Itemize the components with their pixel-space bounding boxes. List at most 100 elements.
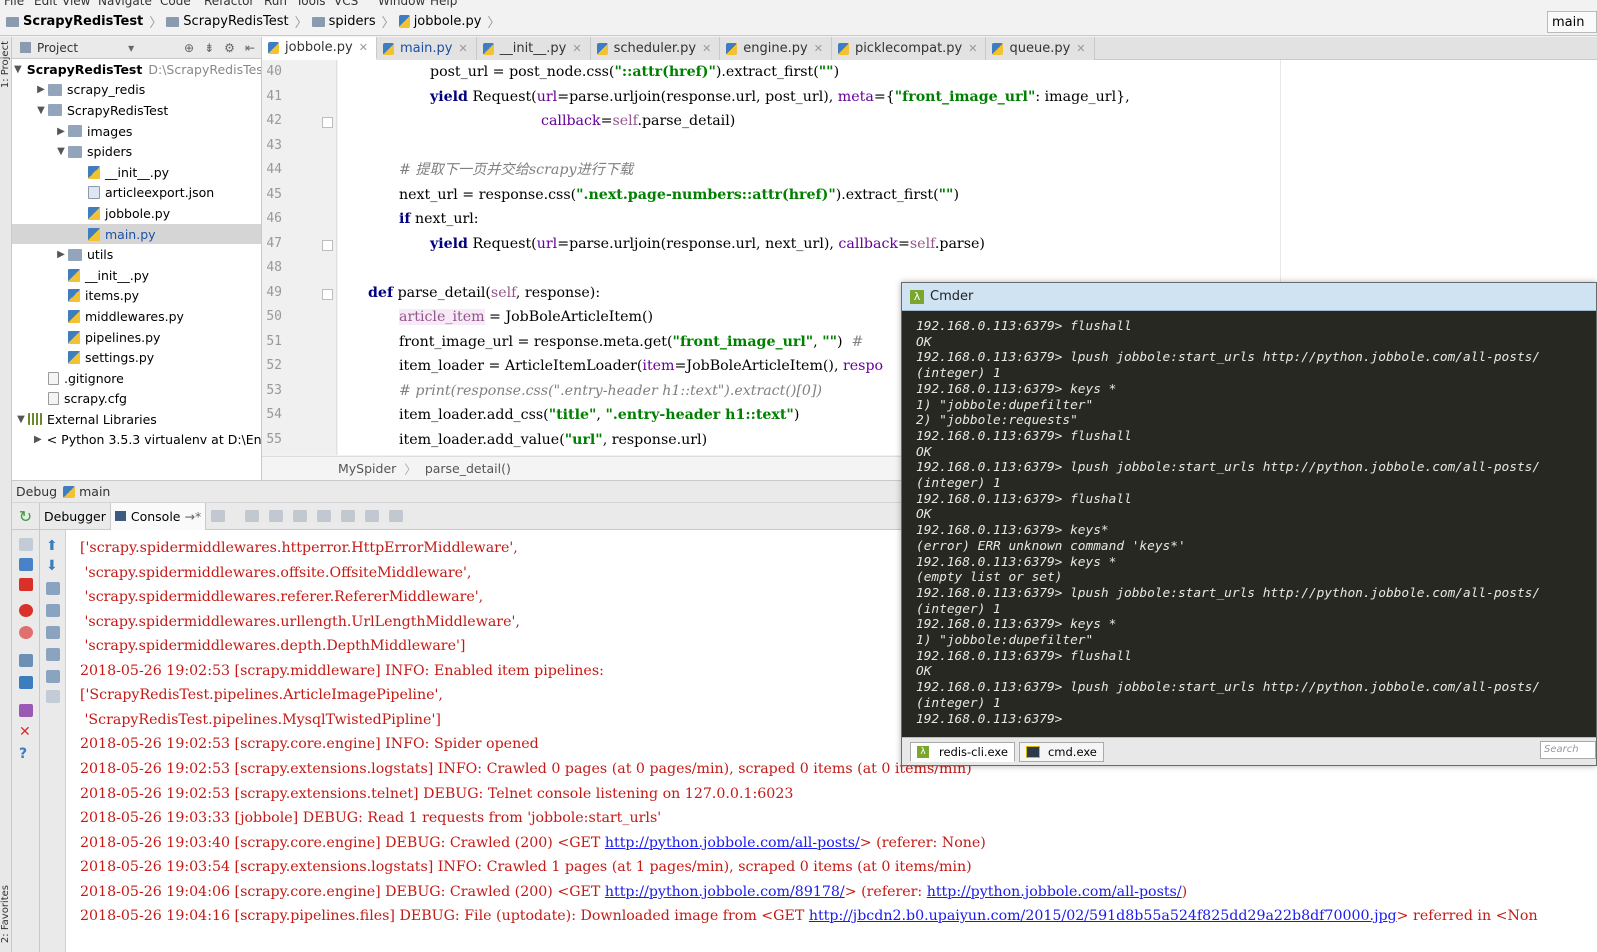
editor-tab[interactable]: scheduler.py ✕ [590, 37, 721, 60]
editor-tab[interactable]: main.py ✕ [376, 37, 477, 60]
gear-icon[interactable]: ⚙ [224, 41, 235, 55]
terminal-output[interactable]: 192.168.0.113:6379> flushall OK 192.168.0.… [902, 311, 1596, 737]
chevron-right-icon[interactable]: ▶ [54, 126, 68, 137]
search-input[interactable]: Search [1540, 741, 1596, 759]
tree-node[interactable]: articleexport.json [12, 183, 261, 204]
step-out-icon[interactable] [341, 510, 356, 522]
evaluate-expression-icon[interactable] [389, 510, 404, 522]
run-config-selector[interactable]: main [1547, 11, 1597, 33]
menu-item-code[interactable]: Code [160, 0, 191, 8]
menu-item-navigate[interactable]: Navigate [98, 0, 152, 8]
tree-node[interactable]: ▼ External Libraries [12, 409, 261, 430]
settings-icon[interactable] [19, 676, 33, 689]
tree-node[interactable]: ▶ images [12, 121, 261, 142]
console-link[interactable]: http://python.jobbole.com/all-posts/ [927, 884, 1182, 900]
tree-node[interactable]: ▼ ScrapyRedisTest D:\ScrapyRedisTest [12, 59, 261, 80]
menu-item-vcs[interactable]: VCS [334, 0, 358, 8]
chevron-down-icon[interactable]: ▾ [128, 41, 134, 55]
tree-node[interactable]: ▶ utils [12, 244, 261, 265]
project-panel-title[interactable]: Project [37, 41, 78, 55]
step-into-icon[interactable] [269, 510, 284, 522]
close-icon[interactable]: ✕ [359, 41, 368, 54]
tree-node[interactable]: middlewares.py [12, 306, 261, 327]
editor-tab[interactable]: jobbole.py ✕ [262, 37, 377, 60]
hide-panel-icon[interactable]: ⇤ [245, 41, 255, 55]
chevron-right-icon[interactable]: ▶ [54, 249, 68, 260]
tree-node[interactable]: items.py [12, 286, 261, 307]
console-link[interactable]: http://python.jobbole.com/all-posts/ [605, 835, 860, 851]
cmder-window[interactable]: λ Cmder 192.168.0.113:6379> flushall OK 19… [901, 282, 1597, 766]
tree-node[interactable]: pipelines.py [12, 327, 261, 348]
breadcrumb-package[interactable]: ScrapyRedisTest [162, 11, 294, 33]
print-icon[interactable] [46, 626, 60, 639]
tab-redis-cli[interactable]: λ redis-cli.exe [910, 741, 1015, 762]
close-icon[interactable]: ✕ [702, 42, 711, 55]
chevron-down-icon[interactable]: ▼ [34, 105, 48, 116]
cmder-title-bar[interactable]: λ Cmder [902, 283, 1596, 311]
close-icon[interactable]: ✕ [814, 42, 823, 55]
tab-cmd[interactable]: cmd.exe [1018, 741, 1104, 762]
close-icon[interactable]: ✕ [19, 725, 33, 739]
close-icon[interactable]: ✕ [459, 42, 468, 55]
tree-node[interactable]: main.py [12, 223, 261, 245]
pin-tab-icon[interactable] [19, 704, 33, 717]
chevron-right-icon[interactable]: ▶ [34, 84, 48, 95]
favorites-tool-tab[interactable]: 2: Favorites [0, 885, 11, 943]
close-icon[interactable]: ✕ [968, 42, 977, 55]
breadcrumb-method[interactable]: parse_detail() [425, 461, 511, 476]
tree-node[interactable]: ▶ scrapy_redis [12, 80, 261, 101]
menu-item-help[interactable]: Help [430, 0, 457, 8]
tree-node[interactable]: __init__.py [12, 265, 261, 286]
view-breakpoints-icon[interactable] [19, 604, 33, 617]
step-over-icon[interactable] [245, 510, 260, 522]
force-step-into-icon[interactable] [317, 510, 332, 522]
menu-item-view[interactable]: View [62, 0, 90, 8]
editor-tab[interactable]: __init__.py ✕ [476, 37, 591, 60]
console-link[interactable]: http://python.jobbole.com/89178/ [605, 884, 845, 900]
fold-marker-icon[interactable] [322, 239, 333, 251]
tree-node[interactable]: ▼ spiders [12, 141, 261, 162]
tree-node[interactable]: settings.py [12, 347, 261, 368]
close-icon[interactable]: ✕ [1076, 42, 1085, 55]
menu-item-run[interactable]: Run [264, 0, 287, 8]
close-icon[interactable]: ✕ [572, 42, 581, 55]
show-execution-point-icon[interactable] [211, 510, 226, 522]
breadcrumb-project[interactable]: ScrapyRedisTest [2, 11, 149, 33]
tab-console[interactable]: Console →* [110, 502, 207, 530]
resume-icon[interactable] [19, 538, 33, 551]
menu-item-tools[interactable]: Tools [296, 0, 326, 8]
collapse-all-icon[interactable]: ⇟ [204, 41, 214, 55]
scroll-from-source-icon[interactable]: ⊕ [184, 41, 194, 55]
menu-item-window[interactable]: Window [378, 0, 425, 8]
step-into-my-code-icon[interactable] [293, 510, 308, 522]
tree-node[interactable]: .gitignore [12, 368, 261, 389]
breadcrumb-class[interactable]: MySpider [338, 461, 396, 476]
chevron-down-icon[interactable]: ▼ [54, 146, 68, 157]
arrow-down-icon[interactable]: ⬇ [46, 559, 60, 573]
breadcrumb-spiders[interactable]: spiders [308, 11, 382, 33]
tree-node[interactable]: __init__.py [12, 162, 261, 183]
soft-wrap-icon[interactable] [46, 582, 60, 595]
editor-tab[interactable]: picklecompat.py ✕ [831, 37, 987, 60]
menu-item-file[interactable]: File [4, 0, 24, 8]
menu-item-edit[interactable]: Edit [34, 0, 57, 8]
tab-debugger[interactable]: Debugger [40, 502, 111, 530]
pause-icon[interactable] [19, 558, 33, 571]
rerun-icon[interactable]: ↻ [12, 502, 40, 530]
pin-icon[interactable]: →* [185, 509, 202, 524]
debug-config-tab[interactable]: main [79, 484, 110, 499]
mute-breakpoints-icon[interactable] [19, 626, 33, 639]
project-tool-tab[interactable]: 1: Project [0, 41, 11, 88]
show-python-prompt-icon[interactable] [46, 670, 60, 683]
chevron-down-icon[interactable]: ▼ [14, 64, 22, 75]
restore-layout-icon[interactable] [19, 654, 33, 667]
chevron-down-icon[interactable]: ▼ [14, 414, 28, 425]
fold-marker-icon[interactable] [322, 117, 333, 128]
help-icon[interactable]: ? [19, 747, 33, 761]
scroll-to-end-icon[interactable] [46, 604, 60, 617]
tree-node[interactable]: ▼ ScrapyRedisTest [12, 100, 261, 121]
arrow-up-icon[interactable]: ⬆ [46, 539, 60, 553]
clear-all-icon[interactable] [46, 648, 60, 661]
console-link[interactable]: http://jbcdn2.b0.upaiyun.com/2015/02/591… [809, 908, 1397, 924]
editor-tab[interactable]: queue.py ✕ [986, 37, 1095, 60]
